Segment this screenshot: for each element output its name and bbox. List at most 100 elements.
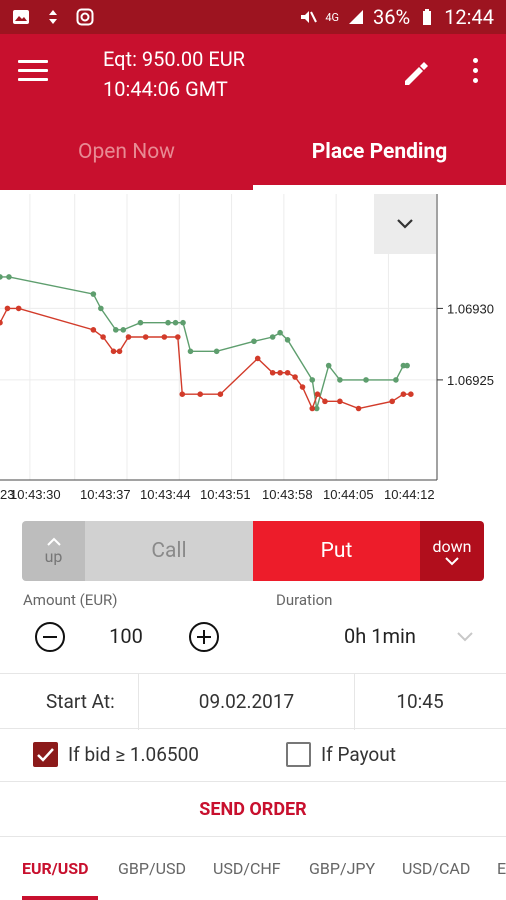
- plus-icon[interactable]: [188, 621, 220, 653]
- chart-point: [137, 319, 144, 326]
- chart-point: [161, 334, 168, 340]
- chart-y-tick-label: 1.06925: [447, 373, 494, 388]
- start-at-row: Start At: 09.02.2017 10:45: [0, 673, 506, 730]
- chart-point: [393, 377, 399, 383]
- chart-point: [309, 405, 316, 412]
- chart-point: [197, 391, 203, 397]
- chart-point: [408, 391, 414, 397]
- chart-point: [269, 369, 276, 376]
- if-bid-checkbox[interactable]: [33, 742, 58, 767]
- chart-point: [6, 274, 12, 280]
- pair-tab-usdcad[interactable]: USD/CAD: [402, 859, 470, 878]
- chart-point: [90, 327, 97, 333]
- status-notifications: [12, 8, 94, 26]
- chart-series-line: [0, 307, 411, 411]
- chart-point: [15, 305, 22, 312]
- chart-point: [254, 355, 261, 362]
- battery-icon: [423, 9, 432, 25]
- price-chart[interactable]: 1.06930 1.06925 23 10:43:30 10:43:37 10:43:44…: [0, 190, 506, 510]
- chart-x-tick-label: 10:43:30: [10, 487, 61, 502]
- chart-point: [213, 348, 220, 355]
- chart-point: [299, 384, 306, 390]
- chart-point: [251, 338, 257, 345]
- mute-icon: [301, 11, 318, 23]
- amount-value[interactable]: 100: [96, 624, 156, 648]
- up-button[interactable]: up: [22, 521, 85, 581]
- status-system: 4G 36% 12:44: [299, 5, 494, 29]
- chart-y-tick-label: 1.06930: [447, 301, 494, 316]
- send-order-button[interactable]: SEND ORDER: [199, 799, 306, 820]
- trade-buttons: up Call Put down: [22, 521, 484, 581]
- duration-label: Duration: [276, 591, 333, 609]
- start-date-field[interactable]: 09.02.2017: [139, 690, 354, 713]
- chart-point: [337, 377, 343, 383]
- chart-point: [400, 391, 407, 397]
- chart-point: [180, 319, 186, 326]
- chart-point: [277, 369, 283, 376]
- pair-tab-indicator: [22, 896, 98, 900]
- down-button[interactable]: down: [420, 521, 484, 581]
- chart-point: [4, 305, 11, 312]
- chart-point: [100, 334, 106, 340]
- chart-point: [325, 362, 332, 369]
- app-bar: Eqt: 950.00 EUR 10:44:06 GMT: [0, 34, 506, 114]
- if-payout-label[interactable]: If Payout: [321, 743, 396, 766]
- chart-point: [165, 319, 171, 326]
- edit-icon[interactable]: [400, 58, 432, 90]
- chart-point: [404, 362, 410, 369]
- start-at-label: Start At:: [46, 690, 115, 713]
- chart-point: [322, 398, 328, 405]
- chart-point: [363, 377, 369, 383]
- tab-open-now[interactable]: Open Now: [0, 114, 253, 190]
- pair-tab-partial[interactable]: E: [497, 859, 506, 878]
- call-button[interactable]: Call: [85, 521, 253, 581]
- sync-icon: [49, 10, 57, 24]
- chevron-up-icon: [46, 537, 61, 546]
- pair-tab-usdchf[interactable]: USD/CHF: [213, 859, 281, 878]
- status-bar: 4G 36% 12:44: [0, 0, 506, 34]
- if-payout-checkbox[interactable]: [286, 742, 311, 767]
- chart-point: [172, 319, 179, 326]
- chart-point: [277, 329, 283, 336]
- chart-collapse-button[interactable]: [374, 194, 436, 254]
- chart-series-line: [0, 276, 408, 409]
- amount-label: Amount (EUR): [23, 591, 118, 609]
- chart-point: [112, 327, 119, 333]
- chart-point: [355, 405, 362, 412]
- check-icon: [37, 748, 54, 762]
- chevron-down-icon[interactable]: [455, 628, 475, 644]
- pair-tab-eurusd[interactable]: EUR/USD: [22, 859, 89, 878]
- chart-point: [309, 377, 316, 383]
- chart-point: [292, 374, 298, 380]
- battery-percent: 36%: [373, 5, 411, 29]
- chart-point: [217, 391, 224, 397]
- chart-x-tick-label: 10:43:44: [140, 487, 191, 502]
- tab-place-pending[interactable]: Place Pending: [253, 114, 506, 190]
- chart-point: [110, 348, 117, 355]
- chevron-down-icon: [397, 219, 413, 229]
- put-button[interactable]: Put: [253, 521, 420, 581]
- chart-point: [269, 334, 276, 340]
- duration-select[interactable]: 0h 1min: [344, 624, 416, 648]
- chart-point: [0, 274, 3, 280]
- chart-point: [90, 291, 97, 297]
- more-options-button[interactable]: [465, 58, 485, 90]
- chart-point: [98, 305, 104, 312]
- down-label: down: [432, 536, 472, 556]
- chart-point: [116, 348, 123, 355]
- currency-pair-tabs: EUR/USD GBP/USD USD/CHF GBP/JPY USD/CAD …: [0, 837, 506, 900]
- minus-icon[interactable]: [34, 621, 66, 653]
- pair-tab-gbpjpy[interactable]: GBP/JPY: [309, 859, 375, 878]
- chevron-down-icon: [445, 556, 459, 565]
- menu-icon: [18, 60, 48, 63]
- chart-x-tick-label: 10:44:05: [323, 487, 374, 502]
- start-time-field[interactable]: 10:45: [355, 690, 485, 713]
- chart-point: [125, 334, 132, 340]
- chart-point: [0, 319, 3, 326]
- chart-x-tick-label: 10:44:12: [384, 487, 435, 502]
- if-bid-label[interactable]: If bid ≥ 1.06500: [68, 743, 199, 766]
- chart-point: [337, 398, 343, 405]
- menu-button[interactable]: [18, 60, 48, 86]
- pair-tab-gbpusd[interactable]: GBP/USD: [118, 859, 186, 878]
- gallery-icon: [13, 10, 29, 24]
